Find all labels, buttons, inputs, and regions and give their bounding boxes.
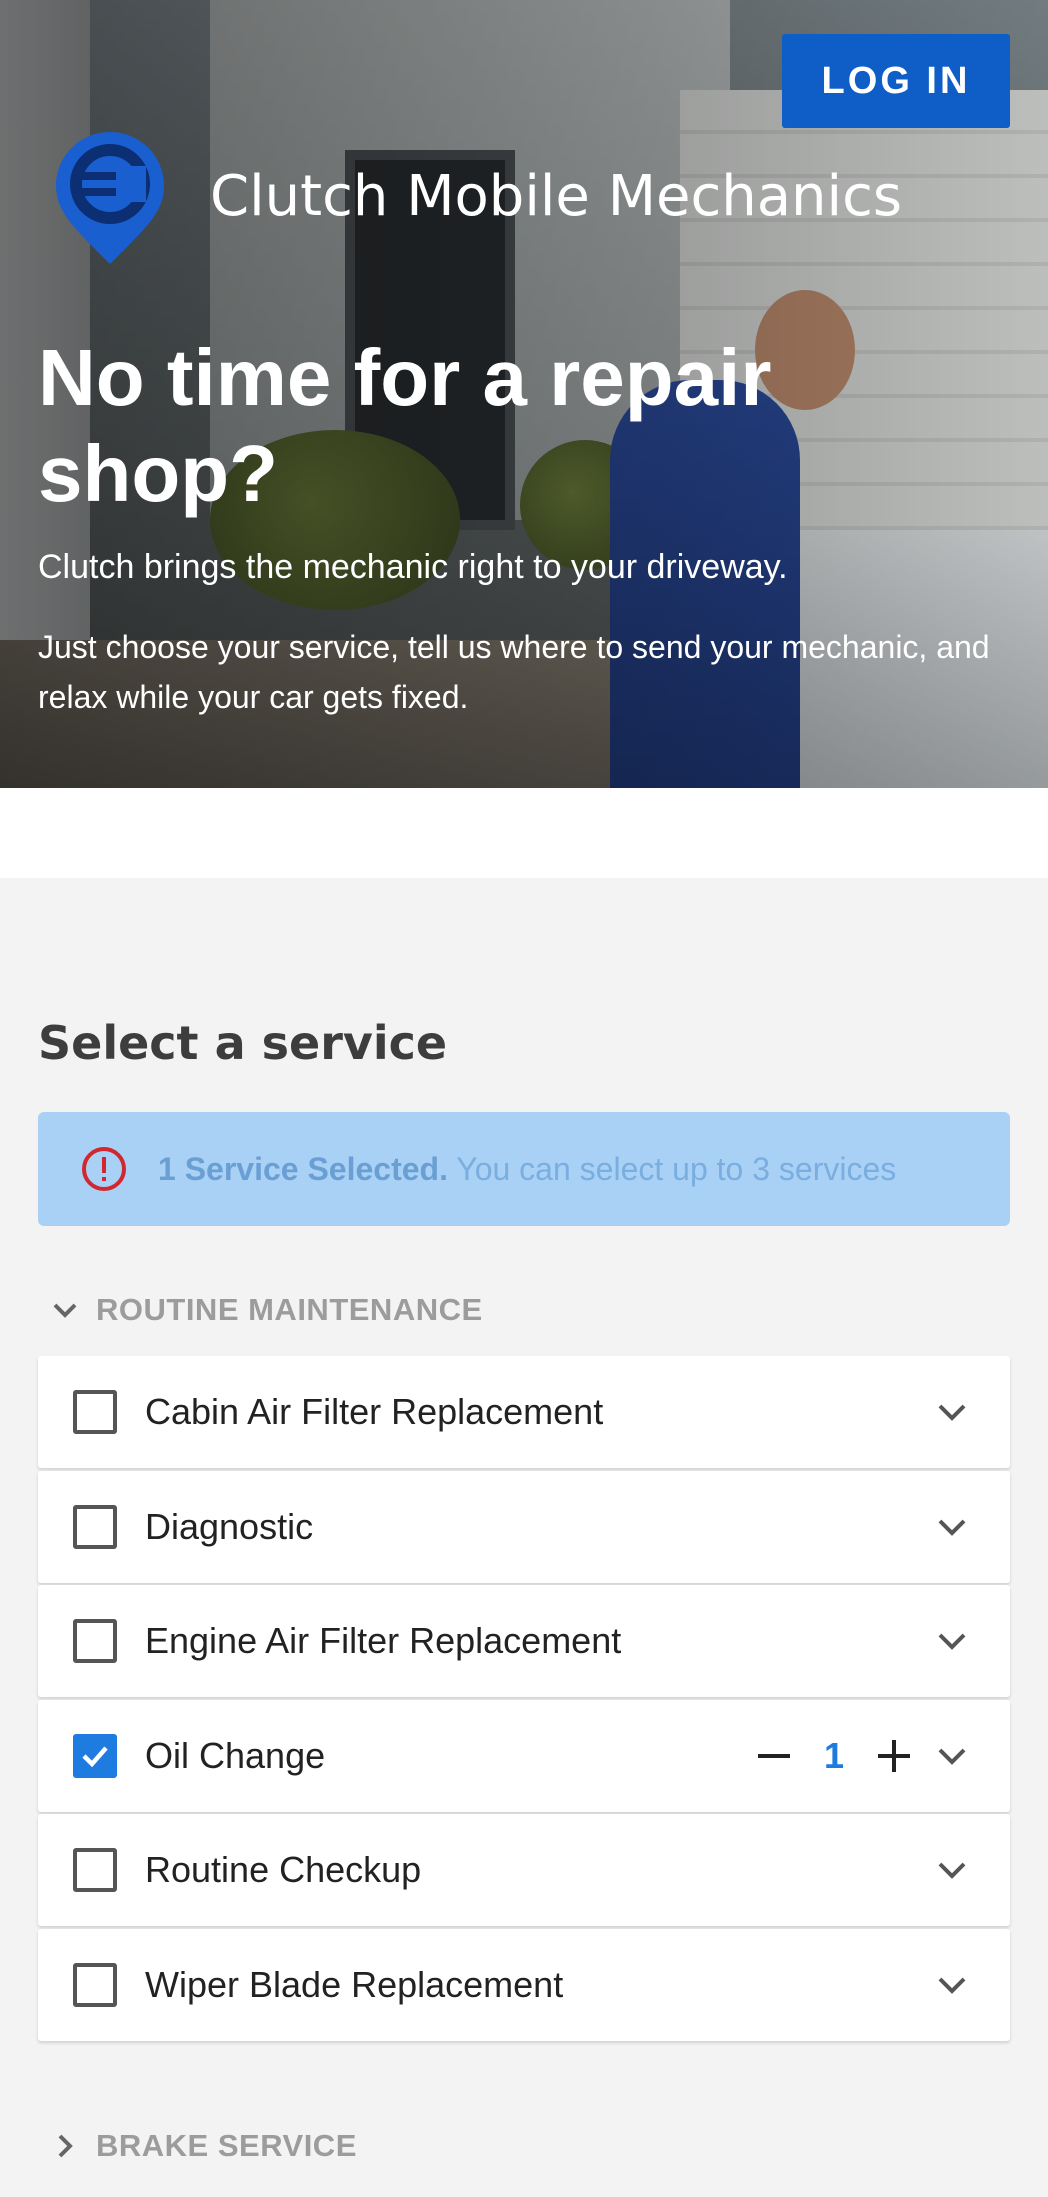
service-item-oil-change[interactable]: Oil Change 1 (38, 1699, 1010, 1812)
service-item-wiper-blade[interactable]: Wiper Blade Replacement (38, 1928, 1010, 2041)
service-checkbox[interactable] (73, 1390, 117, 1434)
service-label: Diagnostic (145, 1505, 314, 1547)
service-checkbox[interactable] (73, 1619, 117, 1663)
quantity-stepper: 1 (754, 1735, 914, 1777)
alert-message: 1 Service Selected. You can select up to… (158, 1151, 896, 1188)
chevron-down-icon[interactable] (932, 1392, 972, 1432)
chevron-down-icon[interactable] (932, 1507, 972, 1547)
hero-subhead: Clutch brings the mechanic right to your… (38, 548, 788, 586)
service-item-cabin-air-filter[interactable]: Cabin Air Filter Replacement (38, 1356, 1010, 1468)
service-checkbox[interactable] (73, 1848, 117, 1892)
category-routine-maintenance[interactable]: ROUTINE MAINTENANCE (48, 1292, 483, 1328)
checkmark-icon (82, 1746, 108, 1767)
chevron-down-icon[interactable] (932, 1736, 972, 1776)
login-button[interactable]: LOG IN (782, 34, 1010, 128)
service-label: Routine Checkup (145, 1849, 422, 1890)
section-title: Select a service (38, 1016, 448, 1070)
alert-detail-text: You can select up to 3 services (447, 1150, 897, 1187)
service-item-routine-checkup[interactable]: Routine Checkup (38, 1814, 1010, 1926)
service-list: Cabin Air Filter Replacement Diagnostic … (38, 1356, 1010, 2043)
category-label: ROUTINE MAINTENANCE (96, 1292, 483, 1327)
section-divider (0, 788, 1048, 878)
alert-circle-icon (82, 1147, 126, 1191)
service-checkbox[interactable] (73, 1962, 117, 2007)
service-item-diagnostic[interactable]: Diagnostic (38, 1470, 1010, 1583)
plus-icon[interactable] (874, 1736, 914, 1776)
service-label: Oil Change (145, 1734, 326, 1776)
chevron-down-icon (53, 1303, 77, 1318)
chevron-right-icon (58, 2134, 73, 2158)
service-label: Wiper Blade Replacement (145, 1963, 564, 2005)
hero-headline: No time for a repair shop? (38, 333, 772, 518)
hero-banner: LOG IN Clutch Mobile Mechanics No time f… (0, 0, 1048, 788)
alert-bold-text: 1 Service Selected. (158, 1150, 448, 1187)
service-label: Engine Air Filter Replacement (145, 1620, 622, 1661)
service-label: Cabin Air Filter Replacement (145, 1391, 604, 1432)
hero-body: Just choose your service, tell us where … (38, 629, 990, 715)
chevron-down-icon[interactable] (932, 1965, 972, 2005)
selection-alert: 1 Service Selected. You can select up to… (38, 1112, 1010, 1226)
category-label: BRAKE SERVICE (96, 2128, 357, 2163)
service-item-engine-air-filter[interactable]: Engine Air Filter Replacement (38, 1585, 1010, 1697)
minus-icon[interactable] (754, 1736, 794, 1776)
chevron-down-icon[interactable] (932, 1621, 972, 1661)
service-checkbox-checked[interactable] (73, 1733, 117, 1778)
service-checkbox[interactable] (73, 1504, 117, 1549)
category-brake-service[interactable]: BRAKE SERVICE (48, 2128, 357, 2164)
clutch-logo-icon (56, 132, 164, 264)
quantity-value: 1 (823, 1734, 845, 1776)
brand-name: Clutch Mobile Mechanics (210, 164, 903, 229)
chevron-down-icon[interactable] (932, 1850, 972, 1890)
